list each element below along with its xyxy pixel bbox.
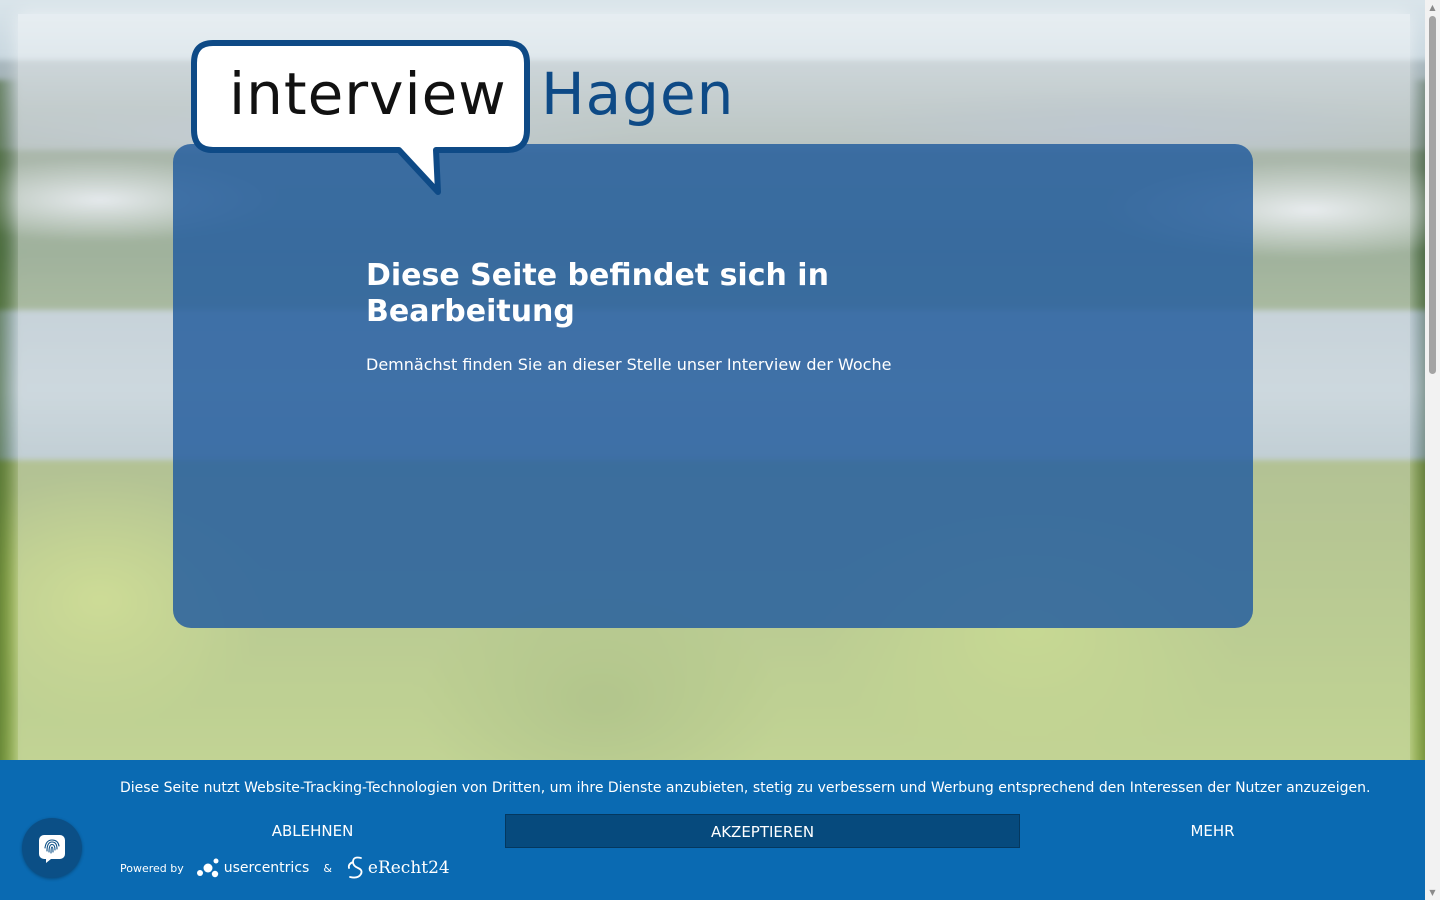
decline-button[interactable]: ABLEHNEN (120, 814, 505, 848)
accept-button[interactable]: AKZEPTIEREN (505, 814, 1020, 848)
page: interview Hagen Diese Seite befindet sic… (0, 0, 1440, 900)
scrollbar-thumb[interactable] (1429, 16, 1436, 374)
cookie-notice-text: Diese Seite nutzt Website-Tracking-Techn… (120, 780, 1371, 796)
page-subtitle: Demnächst finden Sie an dieser Stelle un… (366, 355, 892, 374)
site-logo[interactable]: interview Hagen (191, 40, 751, 200)
page-title: Diese Seite befindet sich in Bearbeitung (366, 258, 829, 329)
vertical-scrollbar[interactable]: ▲ ▼ (1425, 0, 1440, 900)
more-button[interactable]: MEHR (1020, 814, 1405, 848)
content-card: Diese Seite befindet sich in Bearbeitung… (173, 144, 1253, 628)
scroll-down-arrow-icon[interactable]: ▼ (1425, 885, 1440, 900)
powered-by: Powered by usercentrics & eRecht24 (120, 856, 450, 880)
logo-word-hagen: Hagen (541, 60, 735, 128)
cookie-banner: Diese Seite nutzt Website-Tracking-Techn… (0, 760, 1425, 900)
usercentrics-logo[interactable]: usercentrics (196, 857, 310, 879)
privacy-settings-button[interactable] (22, 818, 82, 878)
usercentrics-label: usercentrics (223, 860, 310, 876)
usercentrics-dots-icon (196, 858, 219, 878)
erecht24-label: eRecht24 (367, 858, 450, 878)
erecht24-section-icon (347, 856, 363, 879)
logo-word-interview: interview (229, 60, 507, 128)
scroll-up-arrow-icon[interactable]: ▲ (1425, 0, 1440, 15)
ampersand: & (323, 861, 332, 875)
powered-by-label: Powered by (120, 861, 184, 875)
fingerprint-icon (39, 835, 65, 863)
erecht24-logo[interactable]: eRecht24 (344, 855, 450, 881)
